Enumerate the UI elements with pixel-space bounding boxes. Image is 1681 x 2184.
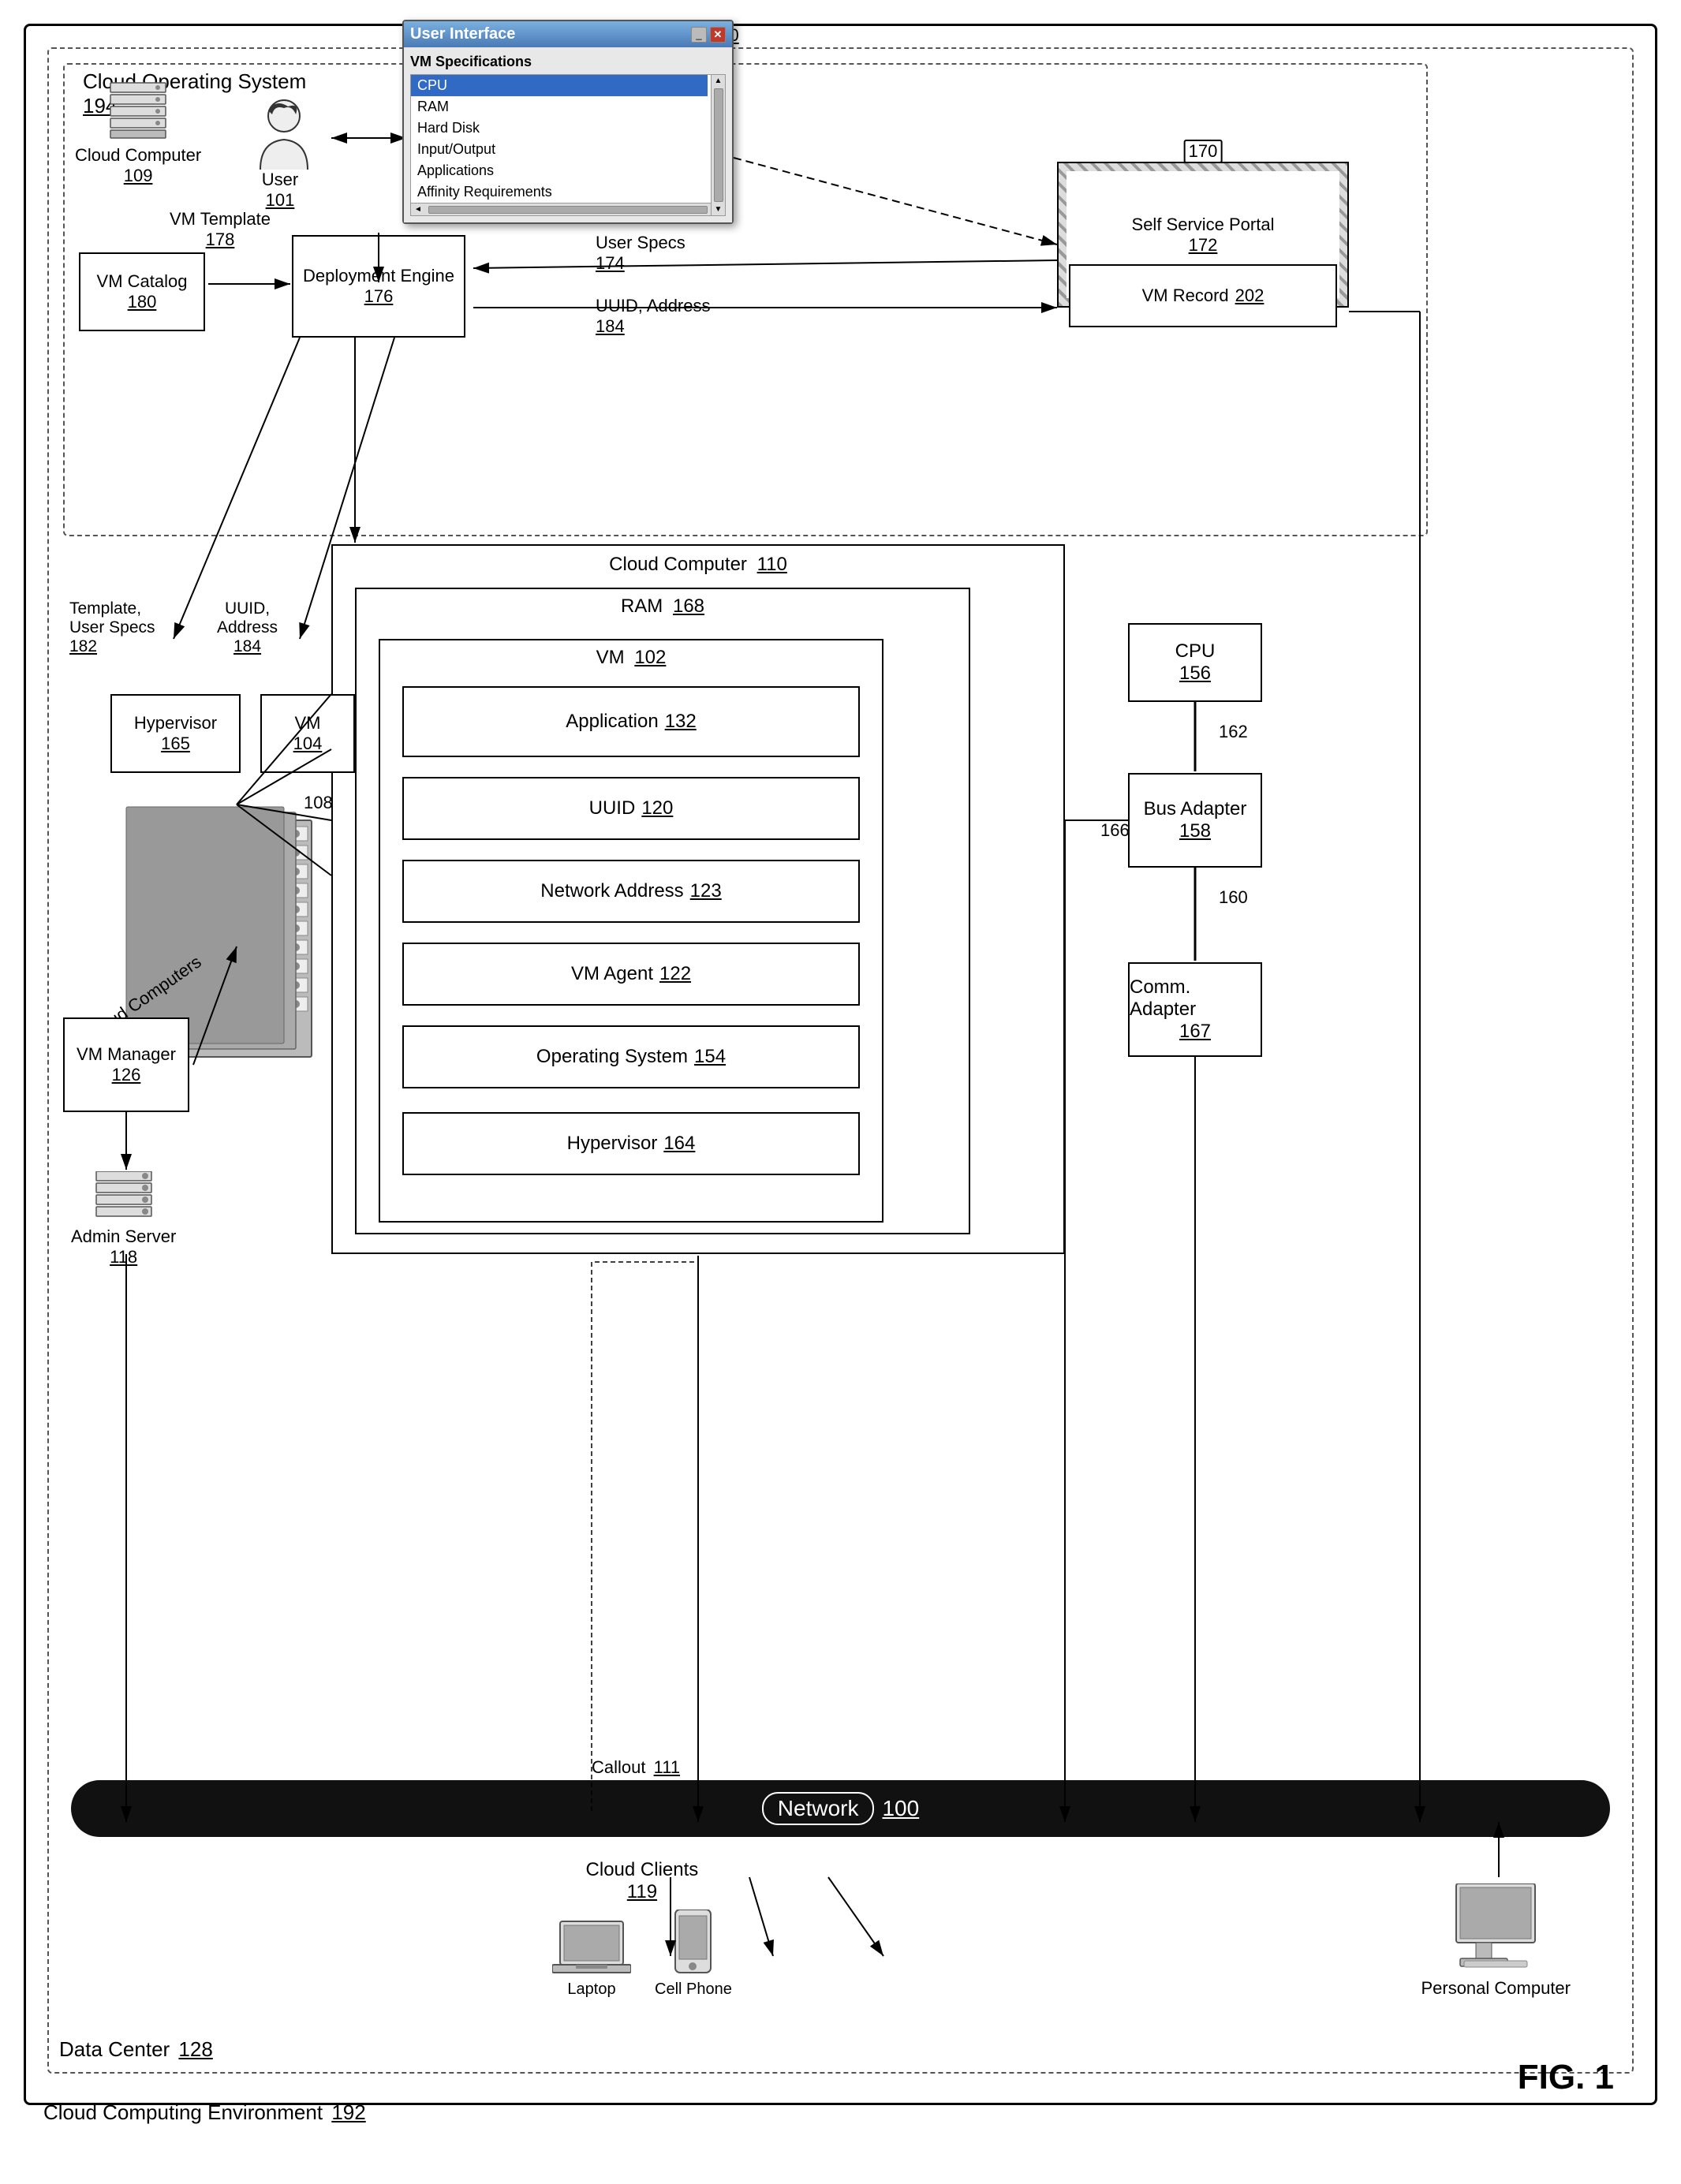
hypervisor-165-box: Hypervisor 165 — [110, 694, 241, 773]
horiz-thumb — [428, 206, 708, 214]
cloud-computer-top-ref: 109 — [124, 166, 153, 186]
cpu-box: CPU 156 — [1128, 623, 1262, 702]
network-bar: Network 100 — [71, 1780, 1610, 1837]
personal-computer: Personal Computer — [1421, 1883, 1571, 1999]
list-item-io[interactable]: Input/Output — [411, 139, 708, 160]
ssp-ref-170: 170 — [1184, 140, 1223, 163]
window-controls: _ ✕ — [691, 27, 726, 43]
uuid-address-mid-label: UUID, Address 184 — [217, 599, 278, 656]
uuid-box: UUID 120 — [402, 777, 860, 840]
ref-162-label: 162 — [1219, 722, 1248, 742]
vm-agent-box: VM Agent 122 — [402, 943, 860, 1006]
cloud-computer-top-label: Cloud Computer — [75, 145, 201, 166]
ui-titlebar: User Interface _ ✕ — [404, 21, 732, 47]
scroll-down[interactable]: ▼ — [713, 203, 724, 215]
scrollbar: ▲ ▼ — [711, 75, 725, 215]
template-user-specs-label: Template, User Specs 182 — [69, 599, 155, 656]
ui-list-items: CPU RAM Hard Disk Input/Output Applicati… — [411, 75, 725, 203]
vm-104-box: VM 104 — [260, 694, 355, 773]
user-label: User — [262, 170, 298, 190]
ref-166-label: 166 — [1100, 820, 1130, 841]
user: User 101 — [245, 99, 316, 211]
diagram: Cloud Computing Environment 192 Data Cen… — [0, 0, 1681, 2184]
list-item-apps[interactable]: Applications — [411, 160, 708, 181]
network-oval: Network — [762, 1792, 875, 1825]
admin-server-label: Admin Server 118 — [71, 1226, 176, 1267]
deployment-engine-label: Deployment Engine 176 — [303, 266, 454, 307]
vm-catalog-box: VM Catalog 180 — [79, 252, 205, 331]
pc-icon — [1444, 1883, 1547, 1978]
ssp-label: Self Service Portal 172 — [1132, 215, 1275, 256]
list-item-cpu[interactable]: CPU — [411, 75, 708, 96]
ui-subtitle: VM Specifications — [410, 54, 726, 70]
application-box: Application 132 — [402, 686, 860, 757]
callout-111-label: Callout 111 — [592, 1757, 680, 1778]
ui-list: ▲ ▼ CPU RAM Hard Disk Input/Output Appli… — [410, 74, 726, 216]
ui-title: User Interface — [410, 25, 515, 43]
user-ref: 101 — [266, 190, 295, 211]
cloud-clients-label: Cloud Clients 119 — [586, 1859, 699, 1903]
vm-template-label: VM Template 178 — [170, 209, 271, 250]
laptop-device: Laptop — [552, 1917, 631, 1999]
ui-window: User Interface _ ✕ VM Specifications ▲ ▼… — [402, 20, 734, 224]
admin-server: Admin Server 118 — [71, 1171, 176, 1267]
network-address-box: Network Address 123 — [402, 860, 860, 923]
hypervisor-164-box: Hypervisor 164 — [402, 1112, 860, 1175]
list-item-affinity[interactable]: Affinity Requirements — [411, 181, 708, 203]
os-box: Operating System 154 — [402, 1025, 860, 1088]
list-item-ram[interactable]: RAM — [411, 96, 708, 118]
cellphone-icon — [671, 1910, 715, 1981]
ref-108: 108 — [304, 793, 333, 813]
user-icon — [245, 99, 316, 170]
list-item-harddisk[interactable]: Hard Disk — [411, 118, 708, 139]
user-specs-label: User Specs 174 — [596, 233, 685, 274]
bus-adapter-box: Bus Adapter 158 — [1128, 773, 1262, 868]
cloud-computing-env-ref: 192 — [331, 2100, 365, 2124]
scroll-up[interactable]: ▲ — [713, 75, 724, 87]
uuid-address-top-label: UUID, Address 184 — [596, 296, 711, 337]
close-button[interactable]: ✕ — [710, 27, 726, 43]
deployment-engine-box: Deployment Engine 176 — [292, 235, 465, 338]
data-center-label: Data Center 128 — [59, 2037, 213, 2062]
admin-server-icon — [88, 1171, 159, 1226]
cellphone-device: Cell Phone — [655, 1910, 732, 1999]
scroll-thumb — [714, 88, 723, 202]
cloud-computing-env-label: Cloud Computing Environment 192 — [43, 2100, 366, 2125]
cloud-computer-icon — [99, 79, 177, 142]
vm102-label: VM 102 — [596, 647, 667, 669]
comm-adapter-box: Comm. Adapter 167 — [1128, 962, 1262, 1057]
ui-body: VM Specifications ▲ ▼ CPU RAM Hard Disk … — [404, 47, 732, 222]
cc110-label: Cloud Computer 110 — [609, 554, 787, 576]
vm-record-box: VM Record 202 — [1069, 264, 1337, 327]
horiz-scrollbar: ◄ ► — [411, 203, 725, 215]
laptop-icon — [552, 1917, 631, 1981]
cloud-computing-env-text: Cloud Computing Environment — [43, 2100, 323, 2124]
client-icons: Laptop Cell Phone — [552, 1910, 732, 1999]
ref-160-label: 160 — [1219, 887, 1248, 908]
ram-label: RAM 168 — [621, 595, 704, 618]
cloud-clients: Cloud Clients 119 Laptop Cell — [552, 1859, 732, 1999]
vm-manager-box: VM Manager 126 — [63, 1017, 189, 1112]
fig-1-label: FIG. 1 — [1518, 2058, 1614, 2097]
vm-catalog-label: VM Catalog 180 — [97, 271, 188, 312]
cloud-computer-top: Cloud Computer 109 — [75, 79, 201, 186]
minimize-button[interactable]: _ — [691, 27, 707, 43]
scroll-left[interactable]: ◄ — [411, 205, 425, 214]
